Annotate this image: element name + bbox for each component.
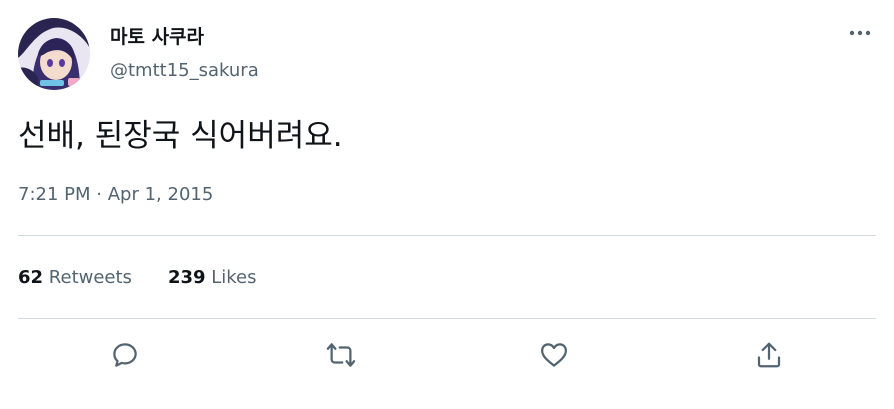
tweet-timestamp[interactable]: 7:21 PM · Apr 1, 2015 [18, 183, 213, 207]
retweets-label: Retweets [48, 267, 132, 288]
avatar-image [18, 18, 90, 90]
user-handle[interactable]: @tmtt15_sakura [110, 59, 259, 83]
retweet-icon [326, 343, 356, 367]
tweet-text: 선배, 된장국 식어버려요. [18, 118, 343, 154]
divider-top [18, 235, 876, 236]
tweet-time[interactable]: 7:21 PM [18, 184, 91, 205]
avatar[interactable] [18, 18, 90, 90]
likes-count: 239 [167, 267, 206, 288]
like-button[interactable] [535, 336, 573, 374]
heart-icon [541, 343, 567, 367]
action-bar [0, 336, 894, 374]
timestamp-separator: · [96, 184, 102, 205]
retweets-stat[interactable]: 62 Retweets [18, 266, 132, 290]
more-icon [849, 30, 871, 36]
more-options-button[interactable] [842, 18, 878, 48]
likes-label: Likes [211, 267, 257, 288]
display-name[interactable]: 마토 사쿠라 [110, 25, 204, 49]
divider-bottom [18, 318, 876, 319]
share-button[interactable] [750, 336, 788, 374]
reply-icon [113, 343, 137, 367]
retweet-button[interactable] [322, 336, 360, 374]
retweets-count: 62 [18, 267, 44, 288]
likes-stat[interactable]: 239 Likes [168, 266, 257, 290]
share-icon [757, 342, 781, 368]
tweet-date[interactable]: Apr 1, 2015 [108, 184, 214, 205]
reply-button[interactable] [106, 336, 144, 374]
tweet-stats: 62 Retweets 239 Likes [18, 266, 293, 290]
